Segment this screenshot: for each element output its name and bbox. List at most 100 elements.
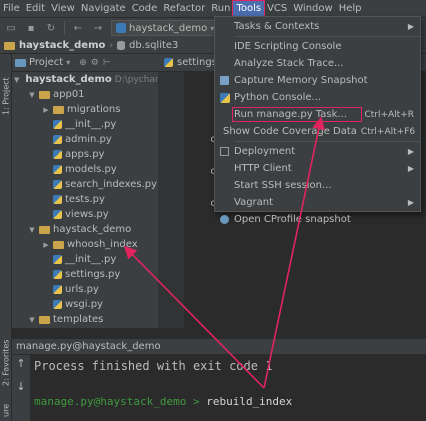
menu-edit[interactable]: Edit bbox=[23, 1, 48, 17]
project-tree: ▼ app01 ▶ migrations __init__.py admin.py apps… bbox=[12, 87, 158, 328]
menu-file[interactable]: File bbox=[0, 1, 23, 17]
menu-navigate[interactable]: Navigate bbox=[78, 1, 129, 17]
tree-folder-item[interactable]: ▼ haystack_demo bbox=[12, 222, 158, 237]
menu-tools[interactable]: Tools bbox=[232, 0, 266, 18]
tab-structure[interactable]: ure bbox=[0, 400, 12, 420]
tree-item-label: admin.py bbox=[65, 134, 112, 145]
save-icon[interactable]: ▪ bbox=[24, 21, 38, 35]
tree-item-label: __init__.py bbox=[65, 119, 117, 130]
tree-item-label: __init__.py bbox=[65, 254, 117, 265]
tree-file-item[interactable]: models.py bbox=[12, 162, 158, 177]
menu-item-label: Show Code Coverage Data bbox=[223, 126, 357, 137]
menu-separator bbox=[235, 141, 420, 142]
folder-open-icon[interactable]: ▭ bbox=[4, 21, 18, 35]
tree-folder-item[interactable]: ▼ app01 bbox=[12, 87, 158, 102]
tree-root[interactable]: ▼ haystack_demo D:\pycharm bbox=[12, 72, 158, 87]
expanded-arrow-icon[interactable]: ▼ bbox=[28, 226, 36, 234]
folder-icon bbox=[39, 225, 50, 234]
tree-file-item[interactable]: views.py bbox=[12, 207, 158, 222]
python-icon bbox=[219, 92, 230, 103]
tree-file-item[interactable]: search_indexes.py bbox=[12, 177, 158, 192]
menu-item-label: Start SSH session... bbox=[234, 180, 332, 191]
tree-file-item[interactable]: __init__.py bbox=[12, 117, 158, 132]
menu-item-label: Vagrant bbox=[234, 197, 274, 208]
menu-item-run-manage-py-task[interactable]: Run manage.py Task... Ctrl+Alt+R bbox=[215, 106, 420, 123]
run-panel-title[interactable]: manage.py@haystack_demo bbox=[16, 341, 161, 352]
deployment-icon bbox=[219, 147, 230, 156]
sync-icon[interactable]: ⊕ bbox=[79, 58, 87, 68]
console-prompt: manage.py@haystack_demo > bbox=[34, 395, 200, 408]
menu-item-analyze-stack-trace[interactable]: Analyze Stack Trace... bbox=[215, 55, 420, 72]
python-file-icon bbox=[53, 300, 62, 309]
project-panel: Project ▾ ⊕ ⚙ ⊢ ▼ haystack_demo D:\pycha… bbox=[12, 54, 158, 328]
submenu-arrow-icon: ▶ bbox=[407, 164, 414, 173]
menu-help[interactable]: Help bbox=[336, 1, 365, 17]
scroll-down-icon[interactable]: ↓ bbox=[16, 380, 25, 393]
tree-item-label: wsgi.py bbox=[65, 299, 103, 310]
menu-separator bbox=[235, 36, 420, 37]
collapse-icon[interactable]: ⊢ bbox=[103, 58, 111, 68]
breadcrumb-project[interactable]: haystack_demo bbox=[19, 40, 105, 51]
expanded-arrow-icon[interactable]: ▼ bbox=[28, 316, 36, 324]
console-prompt-line[interactable]: manage.py@haystack_demo > rebuild_index bbox=[34, 395, 292, 408]
collapsed-arrow-icon[interactable]: ▶ bbox=[42, 106, 50, 114]
tree-folder-item[interactable]: ▶search bbox=[12, 327, 158, 328]
tree-file-item[interactable]: admin.py bbox=[12, 132, 158, 147]
settings-icon[interactable]: ⚙ bbox=[91, 58, 99, 68]
collapsed-arrow-icon[interactable]: ▶ bbox=[42, 241, 50, 249]
tree-root-path: D:\pycharm bbox=[114, 74, 158, 85]
menu-item-deployment[interactable]: Deployment ▶ bbox=[215, 143, 420, 160]
menu-item-capture-memory-snapshot[interactable]: Capture Memory Snapshot bbox=[215, 72, 420, 89]
menu-item-ide-scripting-console[interactable]: IDE Scripting Console bbox=[215, 38, 420, 55]
tree-file-item[interactable]: urls.py bbox=[12, 282, 158, 297]
menu-window[interactable]: Window bbox=[290, 1, 335, 17]
tree-item-label: settings.py bbox=[65, 269, 121, 280]
python-file-icon bbox=[53, 255, 62, 264]
menu-item-shortcut: Ctrl+Alt+F6 bbox=[360, 126, 416, 137]
menu-item-shortcut: Ctrl+Alt+R bbox=[364, 109, 414, 120]
forward-icon[interactable]: → bbox=[91, 21, 105, 35]
tree-folder-item[interactable]: ▶ whoosh_index bbox=[12, 237, 158, 252]
tree-item-label: urls.py bbox=[65, 284, 99, 295]
menu-item-start-ssh-session[interactable]: Start SSH session... bbox=[215, 177, 420, 194]
tab-favorites[interactable]: 2: Favorites bbox=[0, 334, 12, 392]
menu-item-label: Capture Memory Snapshot bbox=[234, 75, 368, 86]
menu-item-open-cprofile-snapshot[interactable]: Open CProfile snapshot bbox=[215, 211, 420, 228]
tree-folder-item[interactable]: ▼ templates bbox=[12, 312, 158, 327]
project-panel-title[interactable]: Project bbox=[29, 57, 63, 68]
tree-item-label: whoosh_index bbox=[67, 239, 138, 250]
menu-run[interactable]: Run bbox=[208, 1, 233, 17]
menu-item-tasks-contexts[interactable]: Tasks & Contexts ▶ bbox=[215, 18, 420, 35]
menu-refactor[interactable]: Refactor bbox=[160, 1, 208, 17]
back-icon[interactable]: ← bbox=[71, 21, 85, 35]
chevron-down-icon[interactable]: ▾ bbox=[66, 58, 70, 67]
tree-file-item[interactable]: wsgi.py bbox=[12, 297, 158, 312]
tree-file-item[interactable]: tests.py bbox=[12, 192, 158, 207]
python-file-icon bbox=[53, 285, 62, 294]
sync-icon[interactable]: ↻ bbox=[44, 21, 58, 35]
menu-item-show-code-coverage-data[interactable]: Show Code Coverage Data Ctrl+Alt+F6 bbox=[215, 123, 420, 140]
breadcrumb-file[interactable]: db.sqlite3 bbox=[129, 40, 178, 51]
run-console[interactable]: Process finished with exit code 1 manage… bbox=[30, 355, 426, 421]
run-config-selector[interactable]: haystack_demo ▾ bbox=[111, 20, 220, 36]
menu-view[interactable]: View bbox=[48, 1, 78, 17]
tree-file-item[interactable]: settings.py bbox=[12, 267, 158, 282]
tree-file-item[interactable]: __init__.py bbox=[12, 252, 158, 267]
tree-folder-item[interactable]: ▶ migrations bbox=[12, 102, 158, 117]
menu-code[interactable]: Code bbox=[129, 1, 161, 17]
menu-item-python-console[interactable]: Python Console... bbox=[215, 89, 420, 106]
tools-menu-dropdown: Tasks & Contexts ▶ IDE Scripting Console An… bbox=[214, 16, 421, 225]
tree-file-item[interactable]: apps.py bbox=[12, 147, 158, 162]
tab-project[interactable]: 1: Project bbox=[0, 60, 12, 132]
scroll-up-icon[interactable]: ↑ bbox=[16, 357, 25, 370]
folder-icon bbox=[53, 240, 64, 249]
menu-item-http-client[interactable]: HTTP Client ▶ bbox=[215, 160, 420, 177]
run-panel-header: manage.py@haystack_demo bbox=[12, 338, 426, 355]
menu-vcs[interactable]: VCS bbox=[264, 1, 290, 17]
folder-icon bbox=[39, 90, 50, 99]
menu-item-vagrant[interactable]: Vagrant ▶ bbox=[215, 194, 420, 211]
left-tool-strip: 1: Project 2: Favorites ure bbox=[0, 54, 12, 421]
folder-icon bbox=[4, 41, 15, 50]
expanded-arrow-icon[interactable]: ▼ bbox=[28, 91, 36, 99]
tree-item-label: haystack_demo bbox=[53, 224, 132, 235]
